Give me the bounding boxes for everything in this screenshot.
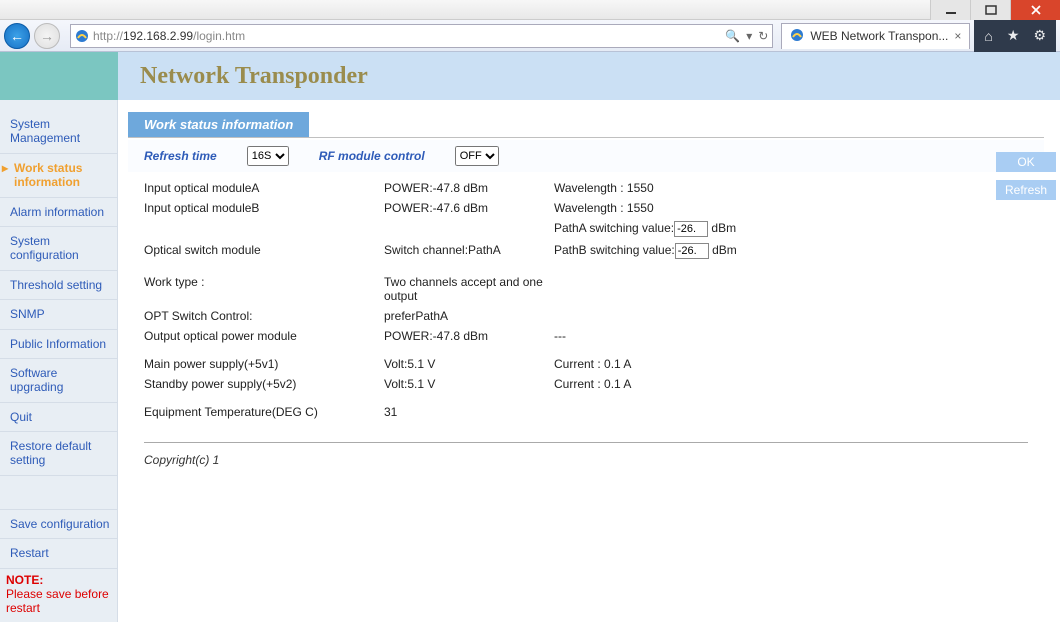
- rf-module-select[interactable]: OFF: [455, 146, 499, 166]
- sidebar-note-title: NOTE:: [0, 569, 117, 587]
- optical-switch-value: Switch channel:PathA: [384, 243, 554, 259]
- home-icon[interactable]: ⌂: [984, 28, 992, 44]
- patha-value-input[interactable]: [674, 221, 708, 237]
- subnav-active-tab[interactable]: Work status information: [128, 112, 309, 137]
- sidebar-item-system-configuration[interactable]: System configuration: [0, 227, 117, 271]
- input-b-label: Input optical moduleB: [144, 201, 384, 215]
- rf-module-label: RF module control: [319, 149, 425, 163]
- standby-ps-label: Standby power supply(+5v2): [144, 377, 384, 391]
- standby-ps-volt: Volt:5.1 V: [384, 377, 554, 391]
- window-close-button[interactable]: [1010, 0, 1060, 20]
- temperature-value: 31: [384, 405, 554, 419]
- sidebar-item-threshold-setting[interactable]: Threshold setting: [0, 271, 117, 300]
- pathb-label: PathB switching value:: [554, 243, 675, 257]
- page-title: Network Transponder: [140, 63, 368, 90]
- nav-back-button[interactable]: ←: [4, 23, 30, 49]
- content-subnav: Work status information: [128, 112, 1044, 138]
- sidebar-item-software-upgrading[interactable]: Software upgrading: [0, 359, 117, 403]
- input-b-power: POWER:-47.6 dBm: [384, 201, 554, 215]
- nav-forward-button[interactable]: →: [34, 23, 60, 49]
- ie-icon: [790, 28, 804, 45]
- patha-unit: dBm: [711, 221, 736, 235]
- main-ps-volt: Volt:5.1 V: [384, 357, 554, 371]
- main-ps-current: Current : 0.1 A: [554, 357, 1028, 371]
- pathb-value-input[interactable]: [675, 243, 709, 259]
- sidebar-note-text: Please save before restart: [0, 587, 117, 620]
- sidebar-item-save-configuration[interactable]: Save configuration: [0, 510, 117, 539]
- content-area: Work status information Refresh time 16S…: [118, 100, 1060, 622]
- sidebar-item-quit[interactable]: Quit: [0, 403, 117, 432]
- header-accent: [0, 52, 118, 100]
- output-power-label: Output optical power module: [144, 329, 384, 343]
- optical-switch-label: Optical switch module: [144, 243, 384, 259]
- sidebar-item-restart[interactable]: Restart: [0, 539, 117, 568]
- input-a-power: POWER:-47.8 dBm: [384, 181, 554, 195]
- browser-tab[interactable]: WEB Network Transpon... ×: [781, 23, 970, 49]
- window-titlebar: [0, 0, 1060, 20]
- sidebar-item-work-status[interactable]: Work status information: [0, 154, 117, 198]
- sidebar: System Management Work status informatio…: [0, 100, 118, 622]
- address-bar[interactable]: http://192.168.2.99/login.htm 🔍 ▾ ↻: [70, 24, 773, 48]
- pathb-unit: dBm: [712, 243, 737, 257]
- dropdown-icon[interactable]: ▾: [746, 29, 752, 43]
- opt-switch-control-label: OPT Switch Control:: [144, 309, 384, 323]
- window-maximize-button[interactable]: [970, 0, 1010, 20]
- tab-title: WEB Network Transpon...: [810, 29, 948, 43]
- work-type-label: Work type :: [144, 275, 384, 303]
- output-power-extra: ---: [554, 329, 1028, 343]
- ie-icon: [75, 29, 89, 43]
- input-a-label: Input optical moduleA: [144, 181, 384, 195]
- search-icon[interactable]: 🔍: [725, 29, 740, 43]
- window-minimize-button[interactable]: [930, 0, 970, 20]
- main-ps-label: Main power supply(+5v1): [144, 357, 384, 371]
- sidebar-item-snmp[interactable]: SNMP: [0, 300, 117, 329]
- sidebar-item-system-management[interactable]: System Management: [0, 110, 117, 154]
- divider: [144, 442, 1028, 443]
- browser-toolbar: ← → http://192.168.2.99/login.htm 🔍 ▾ ↻ …: [0, 20, 1060, 52]
- copyright-text: Copyright(c) 1: [128, 449, 1044, 471]
- refresh-time-select[interactable]: 16S: [247, 146, 289, 166]
- standby-ps-current: Current : 0.1 A: [554, 377, 1028, 391]
- input-b-wavelength: Wavelength : 1550: [554, 201, 1028, 215]
- browser-right-controls: ⌂ ★ ⚙: [974, 20, 1056, 52]
- action-buttons: OK Refresh: [996, 152, 1056, 200]
- page-header: Network Transponder: [118, 52, 1060, 100]
- settings-gear-icon[interactable]: ⚙: [1033, 27, 1046, 44]
- output-power-value: POWER:-47.8 dBm: [384, 329, 554, 343]
- input-a-wavelength: Wavelength : 1550: [554, 181, 1028, 195]
- status-grid: Input optical moduleAPOWER:-47.8 dBmWave…: [128, 172, 1044, 428]
- refresh-button[interactable]: Refresh: [996, 180, 1056, 200]
- favorites-icon[interactable]: ★: [1007, 27, 1020, 44]
- tab-close-icon[interactable]: ×: [954, 29, 961, 43]
- control-bar: Refresh time 16S RF module control OFF: [128, 140, 1044, 172]
- sidebar-item-restore-default[interactable]: Restore default setting: [0, 432, 117, 476]
- refresh-time-label: Refresh time: [144, 149, 217, 163]
- patha-label: PathA switching value:: [554, 221, 674, 235]
- sidebar-item-alarm-information[interactable]: Alarm information: [0, 198, 117, 227]
- opt-switch-control-value: preferPathA: [384, 309, 554, 323]
- temperature-label: Equipment Temperature(DEG C): [144, 405, 384, 419]
- reload-icon[interactable]: ↻: [758, 29, 768, 43]
- ok-button[interactable]: OK: [996, 152, 1056, 172]
- url-text: http://192.168.2.99/login.htm: [93, 29, 721, 43]
- sidebar-item-public-information[interactable]: Public Information: [0, 330, 117, 359]
- work-type-value: Two channels accept and one output: [384, 275, 554, 303]
